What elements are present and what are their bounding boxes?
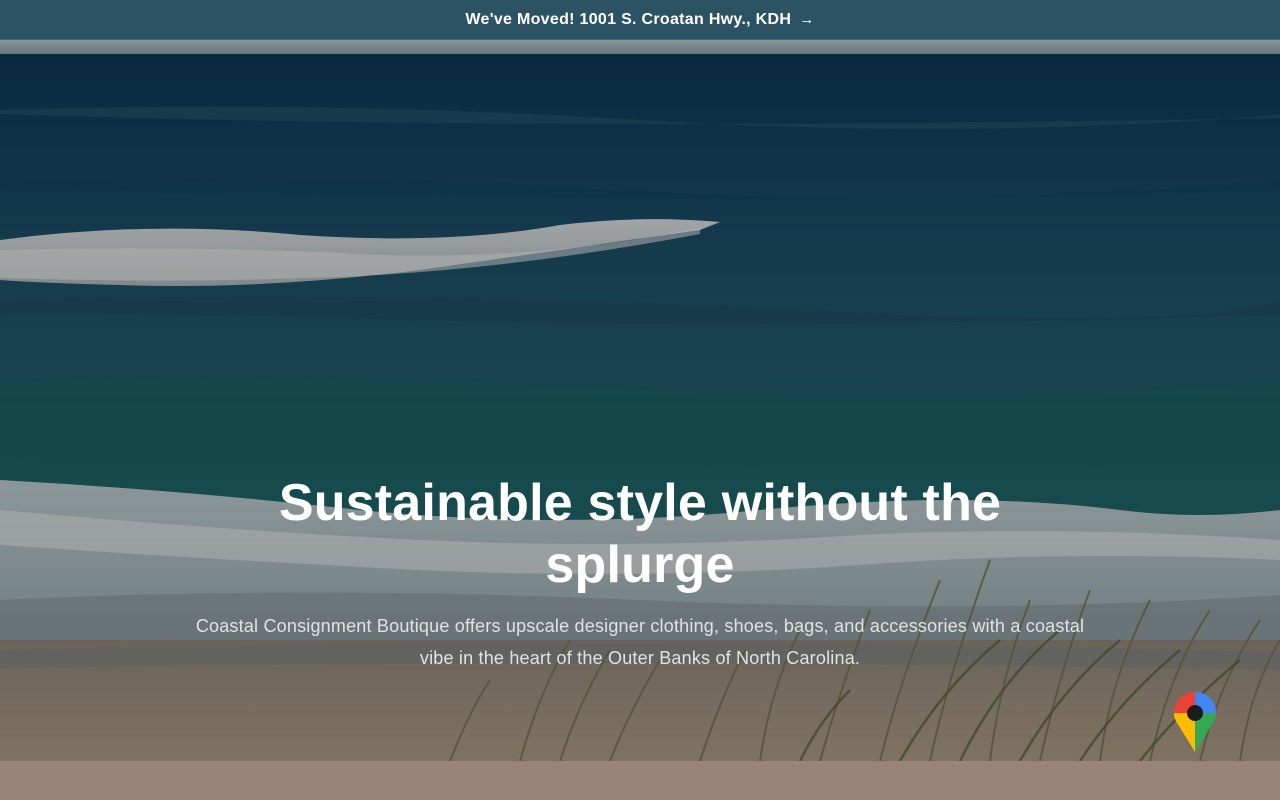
- hero-title: Sustainable style without the splurge: [278, 474, 1002, 594]
- hero-subtitle: Coastal Consignment Boutique offers upsc…: [195, 616, 1085, 668]
- arrow-right-icon: →: [799, 11, 815, 28]
- hero-content: Sustainable style without the splurge Co…: [0, 472, 1280, 674]
- google-maps-pin-icon[interactable]: [1172, 690, 1218, 754]
- next-section-band: [0, 761, 1280, 800]
- announcement-bar-link[interactable]: We've Moved! 1001 S. Croatan Hwy., KDH →: [0, 0, 1280, 40]
- hero-banner: Sustainable style without the splurge Co…: [0, 40, 1280, 761]
- announcement-text: We've Moved! 1001 S. Croatan Hwy., KDH: [465, 10, 792, 28]
